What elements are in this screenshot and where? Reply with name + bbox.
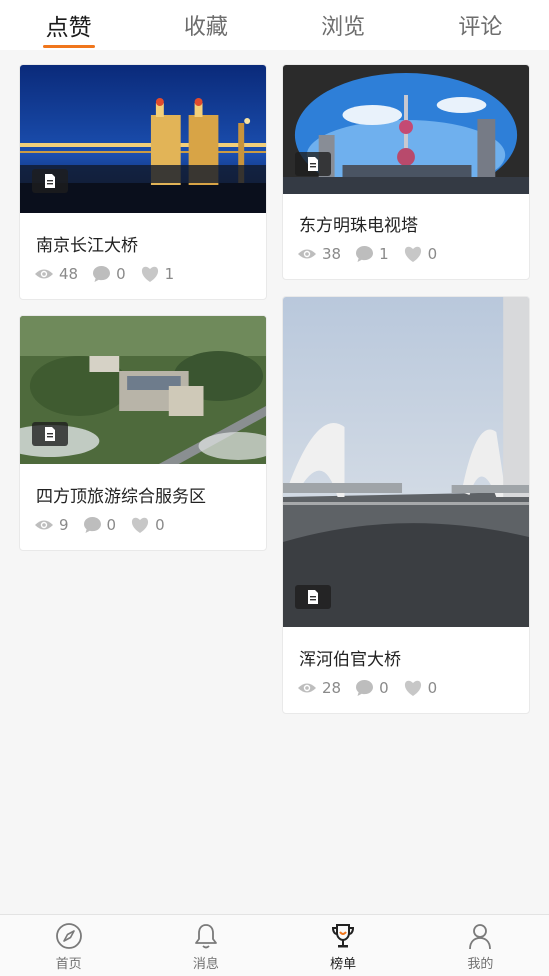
view-count: 28	[297, 679, 341, 697]
card-2-image	[283, 65, 529, 194]
comment-icon	[356, 680, 374, 696]
nav-leaderboard[interactable]: 榜单	[275, 915, 412, 976]
tab-comments-label: 评论	[458, 15, 503, 40]
like-count: 0	[403, 245, 437, 263]
document-icon	[32, 169, 68, 193]
card-3-image	[20, 316, 266, 464]
tab-browsed-label: 浏览	[321, 15, 366, 40]
tab-comments[interactable]: 评论	[412, 0, 549, 50]
card-title: 浑河伯官大桥	[299, 650, 401, 670]
heart-icon	[404, 680, 421, 696]
card-title: 南京长江大桥	[36, 236, 138, 256]
heart-icon	[132, 517, 149, 533]
bell-icon	[194, 924, 217, 949]
view-count: 9	[34, 516, 69, 534]
nav-messages-label: 消息	[192, 957, 219, 972]
document-icon	[32, 422, 68, 446]
comment-count: 0	[92, 265, 126, 283]
heart-icon	[404, 246, 421, 262]
comment-count: 0	[355, 679, 389, 697]
document-icon	[295, 152, 331, 176]
eye-icon	[35, 520, 53, 530]
eye-icon	[298, 683, 316, 693]
view-count: 48	[34, 265, 78, 283]
comment-icon	[83, 517, 101, 533]
tab-likes[interactable]: 点赞	[0, 0, 137, 50]
comment-count: 0	[83, 516, 116, 534]
feed-card-2[interactable]: 东方明珠电视塔 38 1 0	[282, 64, 530, 280]
nav-messages[interactable]: 消息	[137, 915, 274, 976]
nav-home[interactable]: 首页	[0, 915, 137, 976]
top-tab-bar: 点赞 收藏 浏览 评论	[0, 0, 549, 50]
card-4-image	[283, 297, 529, 627]
tab-browsed[interactable]: 浏览	[275, 0, 412, 50]
trophy-icon	[332, 924, 355, 948]
comment-icon	[93, 266, 111, 282]
nav-profile-label: 我的	[467, 957, 494, 972]
bottom-nav-bar: 首页 消息 榜单 我的	[0, 914, 549, 976]
like-count: 1	[140, 265, 174, 283]
nav-leaderboard-label: 榜单	[330, 957, 357, 972]
comment-count: 1	[355, 245, 389, 263]
compass-icon	[55, 923, 82, 949]
nav-home-label: 首页	[55, 957, 82, 972]
feed-card-1[interactable]: 南京长江大桥 48 0 1	[19, 64, 267, 300]
eye-icon	[35, 269, 53, 279]
user-icon	[469, 924, 492, 950]
card-1-image	[20, 65, 266, 213]
comment-icon	[356, 246, 374, 262]
heart-icon	[141, 266, 158, 282]
tab-likes-label: 点赞	[45, 15, 92, 41]
eye-icon	[298, 249, 316, 259]
document-icon	[295, 585, 331, 609]
active-tab-indicator	[42, 45, 95, 48]
nav-profile[interactable]: 我的	[412, 915, 549, 976]
view-count: 38	[297, 245, 341, 263]
feed-card-4[interactable]: 浑河伯官大桥 28 0 0	[282, 296, 530, 714]
card-stats: 48 0 1	[34, 265, 188, 283]
tab-favorites-label: 收藏	[183, 15, 228, 40]
like-count: 0	[130, 516, 165, 534]
card-stats: 28 0 0	[297, 679, 451, 697]
card-title: 四方顶旅游综合服务区	[36, 487, 206, 507]
card-stats: 9 0 0	[34, 516, 179, 534]
card-stats: 38 1 0	[297, 245, 451, 263]
like-count: 0	[403, 679, 437, 697]
tab-favorites[interactable]: 收藏	[137, 0, 274, 50]
card-title: 东方明珠电视塔	[299, 216, 418, 236]
feed-card-3[interactable]: 四方顶旅游综合服务区 9 0 0	[19, 315, 267, 551]
